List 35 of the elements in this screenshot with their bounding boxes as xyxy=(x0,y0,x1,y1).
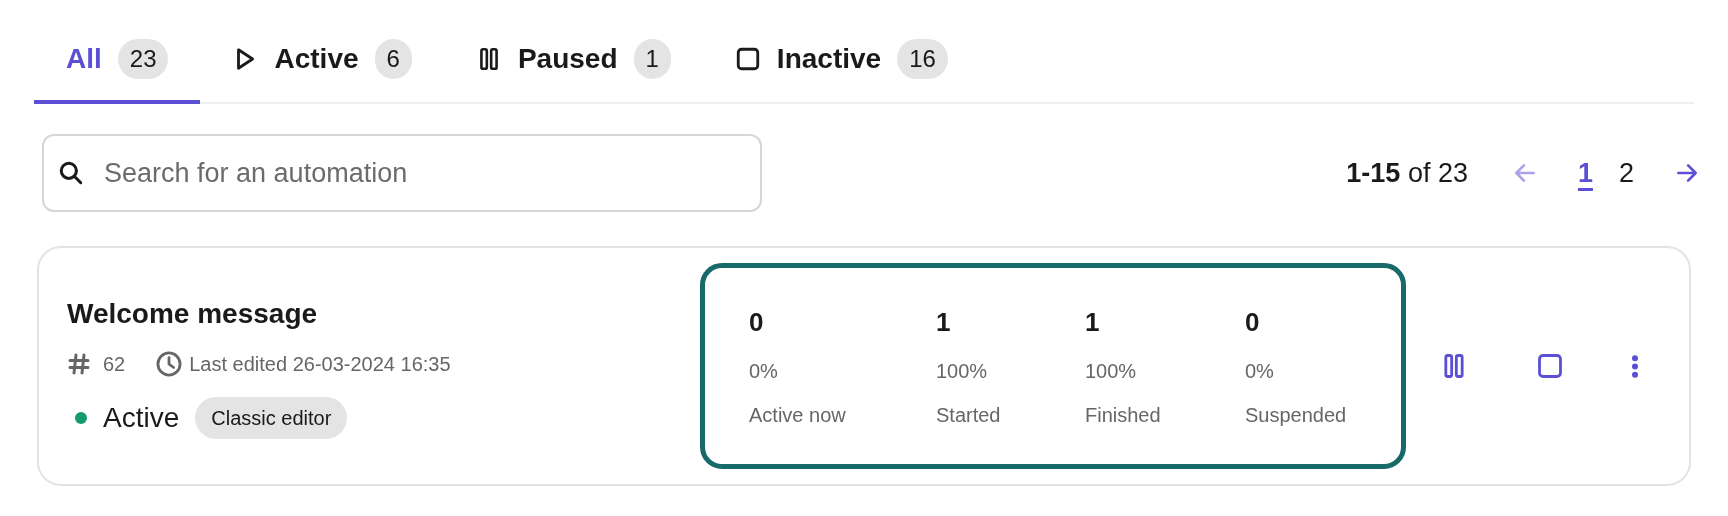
count-badge: 16 xyxy=(897,39,948,79)
stat-label: Finished xyxy=(1085,402,1162,428)
clock-icon xyxy=(155,350,184,378)
filter-tab[interactable]: Active 6 xyxy=(200,18,444,104)
filter-tab[interactable]: Inactive 16 xyxy=(702,18,980,104)
page-link[interactable]: 1 xyxy=(1577,152,1593,194)
automation-id: 62 xyxy=(103,352,126,377)
search-field[interactable]: Search for an automation xyxy=(42,134,762,212)
stat-label: Active now xyxy=(749,402,847,428)
automation-title: Welcome message xyxy=(67,297,319,331)
filter-tab[interactable]: All 23 xyxy=(34,18,201,104)
hash-icon xyxy=(67,352,91,376)
stop-icon xyxy=(1536,352,1564,380)
stat-value: 0 xyxy=(749,305,765,339)
stat-percent: 0% xyxy=(749,358,779,384)
filter-tab[interactable]: Paused 1 xyxy=(443,18,703,104)
more-icon xyxy=(1632,354,1638,378)
stat-percent: 100% xyxy=(1085,358,1138,384)
editor-tag: Classic editor xyxy=(195,397,348,439)
count-badge: 6 xyxy=(374,39,412,79)
results-range: 1-15 of 23 xyxy=(1346,156,1468,190)
stat-label: Started xyxy=(936,402,1002,428)
stat-value: 0 xyxy=(1245,305,1261,339)
status-label: Active xyxy=(103,401,180,435)
count-badge: 23 xyxy=(117,39,169,79)
stat-label: Suspended xyxy=(1245,402,1348,428)
search-icon xyxy=(58,160,84,186)
stop-icon xyxy=(734,46,761,72)
page-link[interactable]: 2 xyxy=(1618,152,1634,194)
stat-percent: 0% xyxy=(1245,358,1275,384)
count-badge: 1 xyxy=(633,39,671,79)
last-edited: Last edited 26-03-2024 16:35 xyxy=(189,352,451,377)
stat-percent: 100% xyxy=(936,358,989,384)
stat-value: 1 xyxy=(1085,305,1101,339)
stat-value: 1 xyxy=(936,305,952,339)
